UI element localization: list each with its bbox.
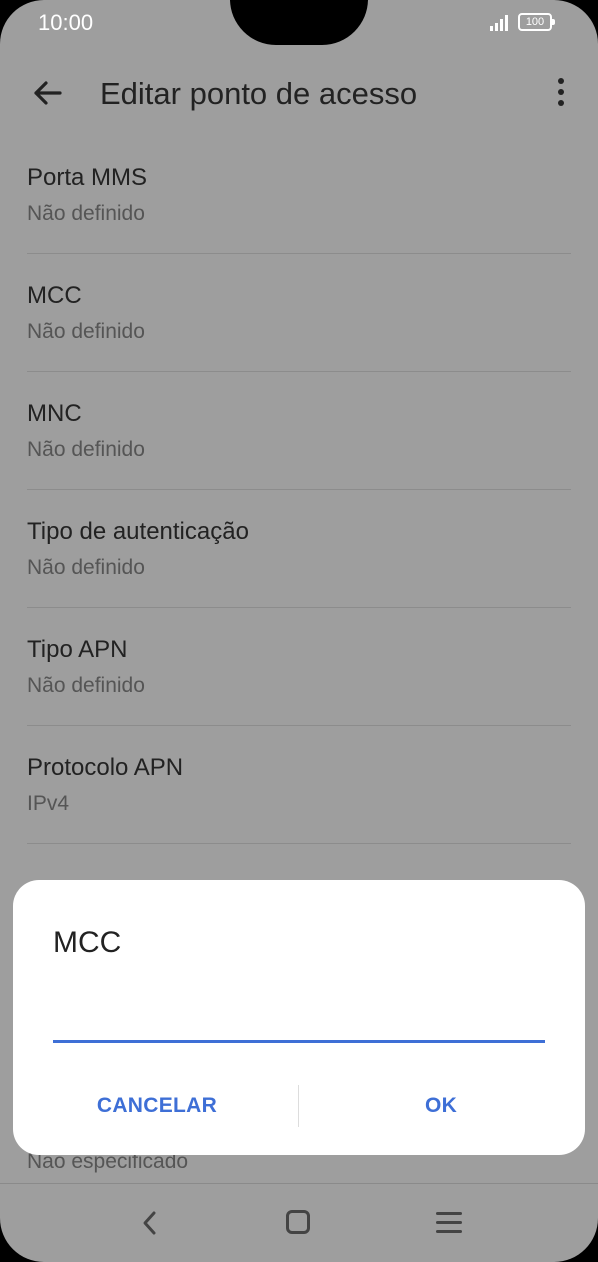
list-item-porta-mms[interactable]: Porta MMS Não definido	[27, 136, 571, 254]
item-title: Tipo APN	[27, 636, 128, 663]
dialog-title: MCC	[53, 926, 122, 959]
button-divider	[298, 1085, 299, 1127]
more-vert-icon[interactable]	[552, 78, 570, 110]
phone-screen: 10:00 100 Editar ponto de acesso Porta M…	[0, 0, 598, 1262]
list-item-protocolo-apn[interactable]: Protocolo APN IPv4	[27, 726, 571, 844]
item-subtitle: Não definido	[27, 320, 145, 343]
list-item-tipo-autenticacao[interactable]: Tipo de autenticação Não definido	[27, 490, 571, 608]
arrow-left-icon[interactable]	[30, 76, 64, 110]
signal-icon	[490, 15, 510, 31]
navigation-bar	[0, 1183, 598, 1262]
item-title: MCC	[27, 282, 82, 309]
settings-list: Porta MMS Não definido MCC Não definido …	[0, 136, 598, 844]
menu-icon[interactable]	[436, 1212, 462, 1234]
status-bar: 10:00 100	[0, 0, 598, 50]
list-item-tipo-apn[interactable]: Tipo APN Não definido	[27, 608, 571, 726]
back-icon[interactable]	[138, 1208, 162, 1238]
page-title: Editar ponto de acesso	[100, 76, 418, 111]
item-title: MNC	[27, 400, 82, 427]
status-time: 10:00	[38, 10, 94, 35]
app-bar: Editar ponto de acesso	[0, 60, 598, 130]
mcc-dialog: MCC CANCELAR OK	[13, 880, 585, 1155]
cancel-button[interactable]: CANCELAR	[37, 1078, 277, 1134]
item-subtitle: Não definido	[27, 556, 145, 579]
item-title: Tipo de autenticação	[27, 518, 249, 545]
list-item-mnc[interactable]: MNC Não definido	[27, 372, 571, 490]
item-subtitle: Não definido	[27, 202, 145, 225]
item-subtitle: Não definido	[27, 674, 145, 697]
home-icon[interactable]	[286, 1210, 310, 1234]
list-item-mcc[interactable]: MCC Não definido	[27, 254, 571, 372]
item-title: Porta MMS	[27, 164, 148, 191]
mcc-input[interactable]	[53, 988, 545, 1043]
item-title: Protocolo APN	[27, 754, 184, 781]
battery-icon: 100	[518, 13, 555, 31]
camera-notch	[230, 0, 368, 45]
item-subtitle: IPv4	[27, 792, 70, 815]
ok-button[interactable]: OK	[321, 1078, 561, 1134]
item-subtitle: Não definido	[27, 438, 145, 461]
